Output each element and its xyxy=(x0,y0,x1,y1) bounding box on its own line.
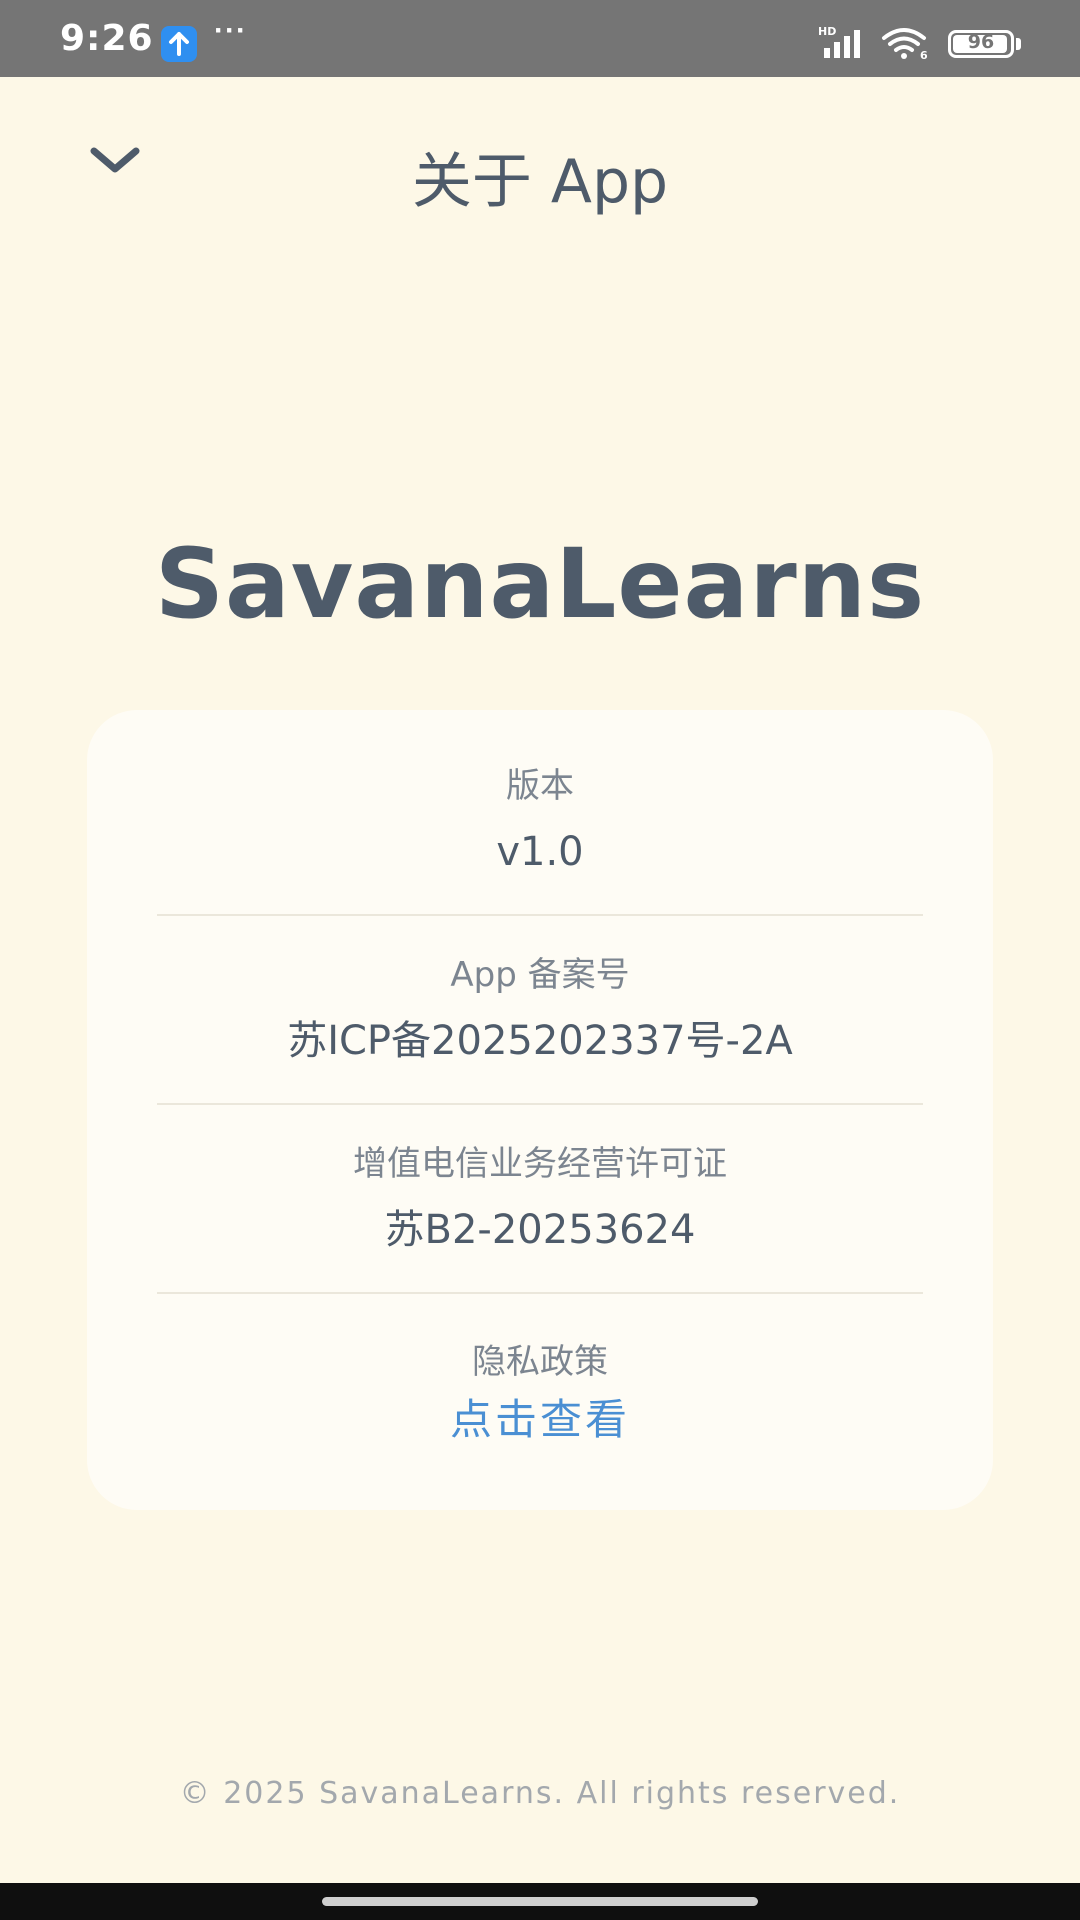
version-value: v1.0 xyxy=(496,829,584,875)
wifi-icon: 6 xyxy=(880,26,932,62)
home-indicator[interactable] xyxy=(322,1897,758,1906)
upload-icon xyxy=(161,26,197,62)
license-label: 增值电信业务经营许可证 xyxy=(353,1144,727,1184)
status-bar: 9:26 ··· HD 6 96 xyxy=(0,0,1080,77)
more-notifications-icon: ··· xyxy=(214,14,247,47)
app-name: SavanaLearns xyxy=(154,528,926,640)
info-card: 版本 v1.0 App 备案号 苏ICP备2025202337号-2A 增值电信… xyxy=(87,710,993,1510)
svg-text:6: 6 xyxy=(920,49,928,60)
license-section: 增值电信业务经营许可证 苏B2-20253624 xyxy=(157,1140,923,1258)
battery-icon: 96 xyxy=(948,30,1014,58)
version-section: 版本 v1.0 xyxy=(157,762,923,880)
icp-section: App 备案号 苏ICP备2025202337号-2A xyxy=(157,951,923,1069)
header: 关于 App xyxy=(0,77,1080,267)
navigation-bar xyxy=(0,1883,1080,1920)
license-value: 苏B2-20253624 xyxy=(384,1207,696,1253)
page-title: 关于 App xyxy=(411,147,669,217)
battery-level: 96 xyxy=(967,31,995,53)
status-time: 9:26 xyxy=(60,18,154,59)
privacy-policy-link[interactable]: 点击查看 xyxy=(157,1392,923,1448)
version-label: 版本 xyxy=(506,766,574,806)
icp-value: 苏ICP备2025202337号-2A xyxy=(287,1018,793,1064)
icp-label: App 备案号 xyxy=(450,955,630,995)
privacy-section: 隐私政策 点击查看 xyxy=(157,1338,923,1448)
copyright: © 2025 SavanaLearns. All rights reserved… xyxy=(179,1776,901,1811)
divider xyxy=(157,914,923,916)
battery-tip xyxy=(1016,38,1021,50)
privacy-label: 隐私政策 xyxy=(472,1342,608,1382)
divider xyxy=(157,1292,923,1294)
svg-text:HD: HD xyxy=(818,25,836,38)
divider xyxy=(157,1103,923,1105)
